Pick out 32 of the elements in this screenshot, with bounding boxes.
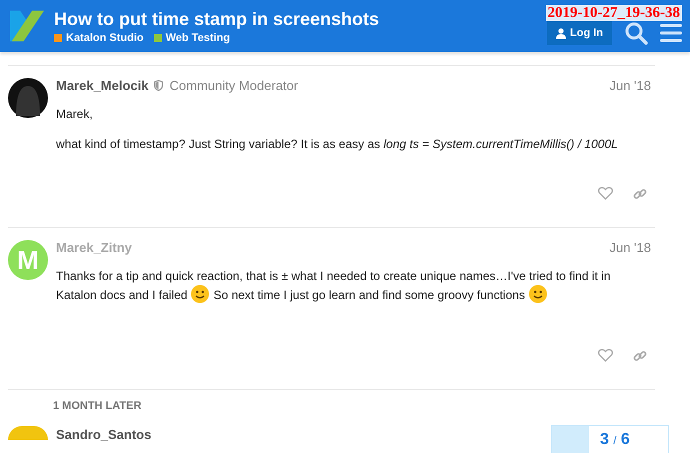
post-date[interactable]: Jun '18 [609,240,651,255]
link-icon[interactable] [633,187,647,201]
category-link[interactable]: Web Testing [154,32,230,44]
post-text: Marek, [56,107,93,121]
time-gap-label: 1 MONTH LATER [53,400,142,412]
category-link[interactable]: Katalon Studio [54,32,144,44]
smiley-icon [528,285,547,303]
author-name[interactable]: Marek_Zitny [56,240,132,255]
like-icon[interactable] [598,349,613,362]
shield-icon [154,80,162,91]
logo-icon[interactable] [10,9,44,43]
avatar-photo[interactable] [8,78,48,118]
smiley-icon [191,285,210,303]
user-icon [556,28,566,38]
author-name[interactable]: Marek_Melocik [56,78,148,93]
user-title: Community Moderator [170,78,298,93]
menu-icon[interactable] [660,23,682,43]
topic-title[interactable]: How to put time stamp in screenshots [54,8,547,30]
post-progress[interactable]: 3 / 6 [551,425,669,453]
login-button[interactable]: Log In [547,21,612,45]
search-icon[interactable] [624,21,648,45]
like-icon[interactable] [598,187,613,200]
post-counter: 3 / 6 [600,431,630,449]
link-icon[interactable] [633,349,647,363]
author-name[interactable]: Sandro_Santos [56,427,152,442]
timestamp-overlay: 2019-10-27_19-36-38 [546,5,682,21]
post-date[interactable]: Jun '18 [609,78,651,93]
post-text: what kind of timestamp? Just String variable? It is as easy as long ts = System.currentTimeMillis() / 1000L [56,137,618,151]
post-text: So next time I just go learn and find some groovy functions [213,288,525,302]
post-text: Thanks for a tip and quick reaction, that is ± what I needed to create unique names…I've tried to find it in [56,269,611,283]
post-text: Katalon docs and I failed [56,288,188,302]
user-avatar[interactable] [8,426,48,440]
